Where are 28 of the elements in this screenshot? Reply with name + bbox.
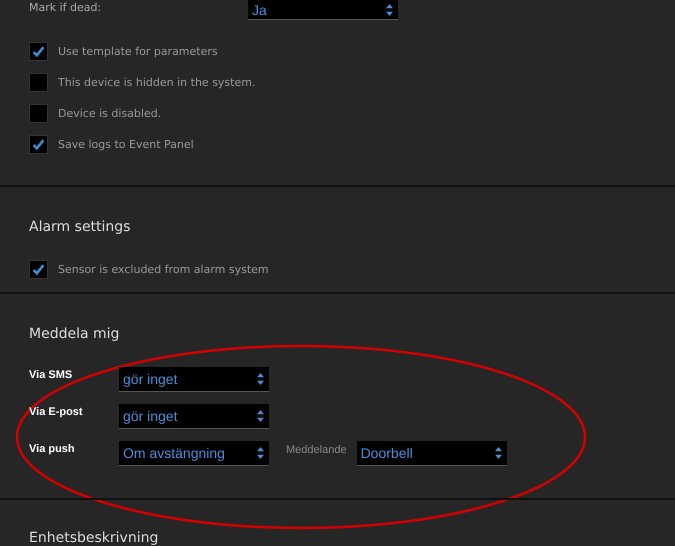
sort-arrows-icon bbox=[257, 410, 264, 422]
field-label: Meddelande bbox=[286, 444, 347, 456]
select-dropdown[interactable]: gör inget bbox=[119, 367, 269, 392]
section-title: Meddela mig bbox=[29, 325, 120, 342]
checkbox-label: Sensor is excluded from alarm system bbox=[58, 263, 269, 276]
select-dropdown[interactable]: Ja bbox=[248, 0, 398, 20]
select-dropdown[interactable]: Doorbell bbox=[356, 441, 507, 466]
checkbox[interactable] bbox=[29, 73, 48, 92]
sort-arrows-icon bbox=[494, 447, 502, 459]
field-label: Mark if dead: bbox=[29, 0, 102, 14]
section-title: Alarm settings bbox=[29, 218, 132, 235]
sort-arrows-icon bbox=[386, 4, 393, 16]
checkbox[interactable] bbox=[29, 42, 48, 61]
checkbox[interactable] bbox=[29, 135, 48, 154]
checkbox[interactable] bbox=[29, 260, 48, 279]
field-label: Via E-post bbox=[29, 405, 84, 418]
field-label: Via SMS bbox=[29, 368, 74, 381]
sort-arrows-icon bbox=[257, 373, 264, 385]
select-dropdown[interactable]: Om avstängning bbox=[119, 441, 269, 466]
checkbox-label: This device is hidden in the system. bbox=[58, 76, 256, 89]
checkbox[interactable] bbox=[29, 104, 48, 123]
field-label: Via push bbox=[29, 442, 76, 455]
select-dropdown[interactable]: gör inget bbox=[119, 404, 269, 429]
section-title: Enhetsbeskrivning bbox=[29, 529, 160, 546]
checkbox-label: Save logs to Event Panel bbox=[58, 138, 194, 151]
sort-arrows-icon bbox=[257, 447, 264, 459]
checkbox-label: Device is disabled. bbox=[58, 107, 162, 120]
checkbox-label: Use template for parameters bbox=[58, 45, 218, 58]
